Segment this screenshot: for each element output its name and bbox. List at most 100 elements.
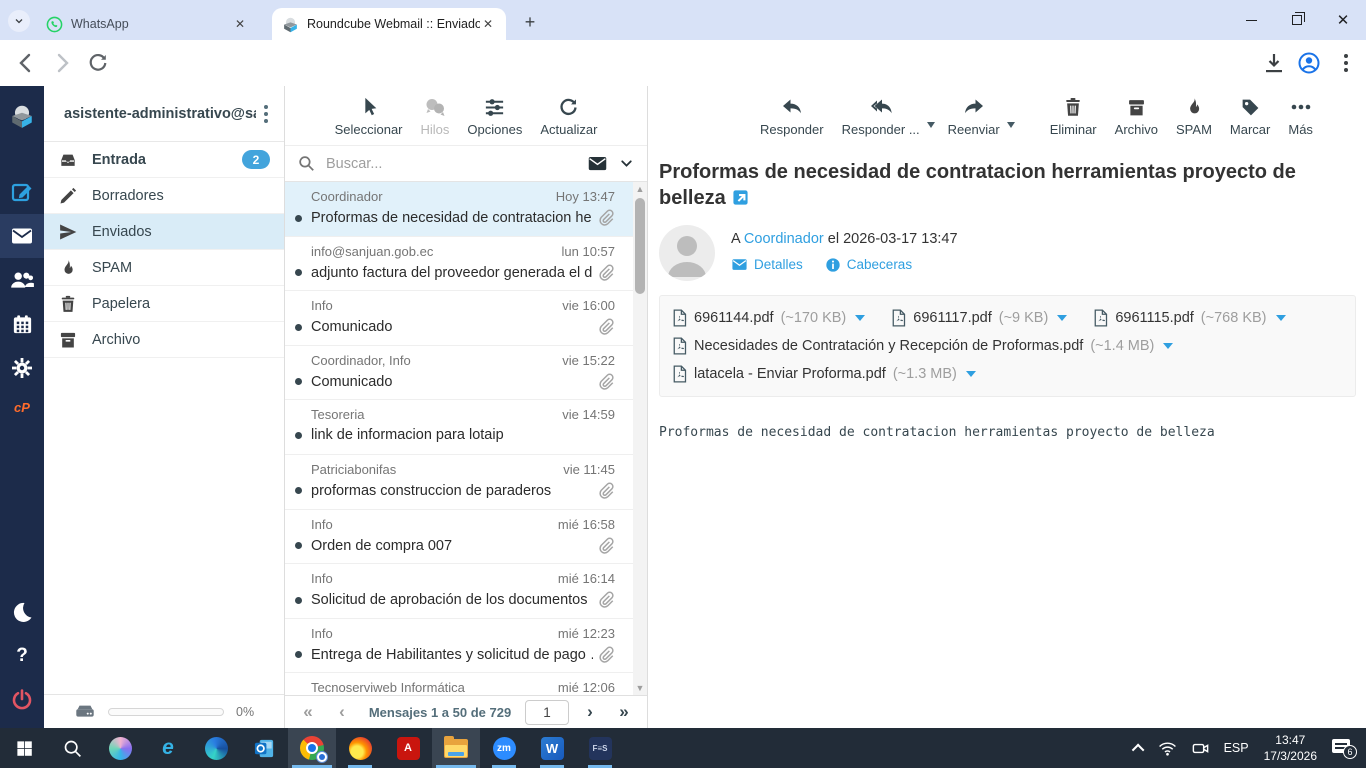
window-close-button[interactable]: ✕ — [1320, 0, 1366, 40]
attachment-item[interactable]: Necesidades de Contratación y Recepción … — [672, 337, 1174, 355]
folder-entrada[interactable]: Entrada 2 — [44, 142, 284, 178]
start-button[interactable] — [0, 728, 48, 768]
close-tab-icon[interactable]: ✕ — [480, 16, 496, 32]
next-page-icon[interactable]: › — [577, 702, 603, 722]
search-scope-mail-icon[interactable] — [587, 153, 608, 174]
spam-button[interactable]: SPAM — [1169, 94, 1219, 137]
cpanel-button[interactable]: cP — [0, 390, 44, 424]
details-link[interactable]: Detalles — [731, 256, 803, 273]
compose-button[interactable] — [0, 170, 44, 214]
list-item[interactable]: Coordinador Hoy 13:47 Proformas de necesi… — [285, 182, 647, 237]
options-button[interactable]: Opciones — [460, 94, 529, 137]
attachment-menu-icon[interactable] — [1275, 315, 1286, 321]
account-menu-icon[interactable] — [256, 104, 276, 123]
tray-expand-button[interactable] — [1128, 728, 1151, 768]
scrollbar-thumb[interactable] — [635, 198, 645, 294]
mail-nav-button[interactable] — [0, 214, 44, 258]
copilot-button[interactable] — [96, 728, 144, 768]
word-button[interactable]: W — [528, 728, 576, 768]
tab-roundcube[interactable]: Roundcube Webmail :: Enviados ✕ — [272, 8, 506, 40]
search-input[interactable] — [326, 155, 577, 172]
forward-icon[interactable] — [50, 51, 74, 75]
forward-button[interactable]: Reenviar — [941, 94, 1007, 137]
scroll-up-icon[interactable]: ▲ — [633, 184, 647, 194]
dark-mode-button[interactable] — [0, 590, 44, 634]
meet-now-button[interactable] — [1184, 728, 1217, 768]
tab-whatsapp[interactable]: WhatsApp ✕ — [36, 8, 258, 40]
attachment-item[interactable]: latacela - Enviar Proforma.pdf (~1.3 MB) — [672, 365, 976, 383]
language-indicator[interactable]: ESP — [1217, 728, 1256, 768]
refresh-button[interactable]: Actualizar — [533, 94, 604, 137]
reply-all-dropdown-icon[interactable] — [926, 121, 935, 128]
prev-page-icon[interactable]: ‹ — [329, 702, 355, 722]
delete-button[interactable]: Eliminar — [1043, 94, 1104, 137]
new-tab-button[interactable]: + — [518, 10, 542, 34]
more-button[interactable]: Más — [1281, 94, 1320, 137]
forward-dropdown-icon[interactable] — [1006, 121, 1015, 128]
profile-icon[interactable] — [1297, 51, 1321, 75]
tab-search-button[interactable] — [8, 10, 30, 32]
folder-borradores[interactable]: Borradores — [44, 178, 284, 214]
open-in-new-window-icon[interactable] — [732, 189, 749, 206]
folder-archivo[interactable]: Archivo — [44, 322, 284, 358]
attachment-menu-icon[interactable] — [1057, 315, 1068, 321]
reply-button[interactable]: Responder — [753, 94, 831, 137]
first-page-icon[interactable]: « — [295, 702, 321, 722]
list-item[interactable]: Info mié 12:23 Entrega de Habilitantes y … — [285, 619, 647, 674]
archive-button[interactable]: Archivo — [1108, 94, 1165, 137]
help-button[interactable]: ? — [0, 634, 44, 678]
browser-menu-icon[interactable] — [1334, 51, 1358, 75]
folder-spam[interactable]: SPAM — [44, 250, 284, 286]
last-page-icon[interactable]: » — [611, 702, 637, 722]
calendar-nav-button[interactable] — [0, 302, 44, 346]
network-button[interactable] — [1151, 728, 1184, 768]
taskbar-clock[interactable]: 13:47 17/3/2026 — [1256, 732, 1325, 764]
folder-papelera[interactable]: Papelera — [44, 286, 284, 322]
logout-button[interactable] — [0, 678, 44, 722]
list-item[interactable]: Info mié 16:58 Orden de compra 007 — [285, 510, 647, 565]
list-item[interactable]: Info vie 16:00 Comunicado — [285, 291, 647, 346]
edge-button[interactable] — [192, 728, 240, 768]
list-item[interactable]: Coordinador, Info vie 15:22 Comunicado — [285, 346, 647, 401]
recipient-link[interactable]: Coordinador — [744, 231, 824, 247]
fes-app-button[interactable]: F≡S — [576, 728, 624, 768]
attachment-item[interactable]: 6961117.pdf (~9 KB) — [891, 309, 1068, 327]
taskbar-search-button[interactable] — [48, 728, 96, 768]
internet-explorer-button[interactable]: e — [144, 728, 192, 768]
list-item[interactable]: Tecnoserviweb Informática mié 12:06 — [285, 673, 647, 695]
notifications-button[interactable]: 6 — [1325, 728, 1366, 768]
file-explorer-button[interactable] — [432, 728, 480, 768]
attachment-menu-icon[interactable] — [965, 371, 976, 377]
outlook-button[interactable] — [240, 728, 288, 768]
list-item[interactable]: Info mié 16:14 Solicitud de aprobación de… — [285, 564, 647, 619]
window-restore-button[interactable] — [1274, 0, 1320, 40]
list-scrollbar[interactable]: ▲ ▼ — [633, 182, 647, 695]
window-minimize-button[interactable] — [1228, 0, 1274, 40]
contacts-nav-button[interactable] — [0, 258, 44, 302]
settings-nav-button[interactable] — [0, 346, 44, 390]
acrobat-button[interactable]: A — [384, 728, 432, 768]
chrome-taskbar-button[interactable] — [288, 728, 336, 768]
folder-enviados[interactable]: Enviados — [44, 214, 284, 250]
scroll-down-icon[interactable]: ▼ — [633, 683, 647, 693]
attachment-menu-icon[interactable] — [1163, 343, 1174, 349]
mark-button[interactable]: Marcar — [1223, 94, 1277, 137]
back-icon[interactable] — [14, 51, 38, 75]
threads-button[interactable]: Hilos — [414, 94, 457, 137]
list-item[interactable]: Patriciabonifas vie 11:45 proformas const… — [285, 455, 647, 510]
headers-link[interactable]: Cabeceras — [825, 257, 912, 273]
attachment-item[interactable]: 6961144.pdf (~170 KB) — [672, 309, 866, 327]
page-number-input[interactable]: 1 — [525, 699, 569, 725]
firefox-button[interactable] — [336, 728, 384, 768]
list-item[interactable]: Tesoreria vie 14:59 link de informacion p… — [285, 400, 647, 455]
list-item[interactable]: info@sanjuan.gob.ec lun 10:57 adjunto fac… — [285, 237, 647, 292]
select-button[interactable]: Seleccionar — [328, 94, 410, 137]
search-options-chevron-icon[interactable] — [618, 155, 635, 172]
close-tab-icon[interactable]: ✕ — [232, 16, 248, 32]
downloads-icon[interactable] — [1262, 51, 1286, 75]
reply-all-button[interactable]: Responder ... — [835, 94, 927, 137]
attachment-menu-icon[interactable] — [855, 315, 866, 321]
attachment-item[interactable]: 6961115.pdf (~768 KB) — [1093, 309, 1286, 327]
zoom-button[interactable]: zm — [480, 728, 528, 768]
reload-icon[interactable] — [86, 51, 110, 75]
